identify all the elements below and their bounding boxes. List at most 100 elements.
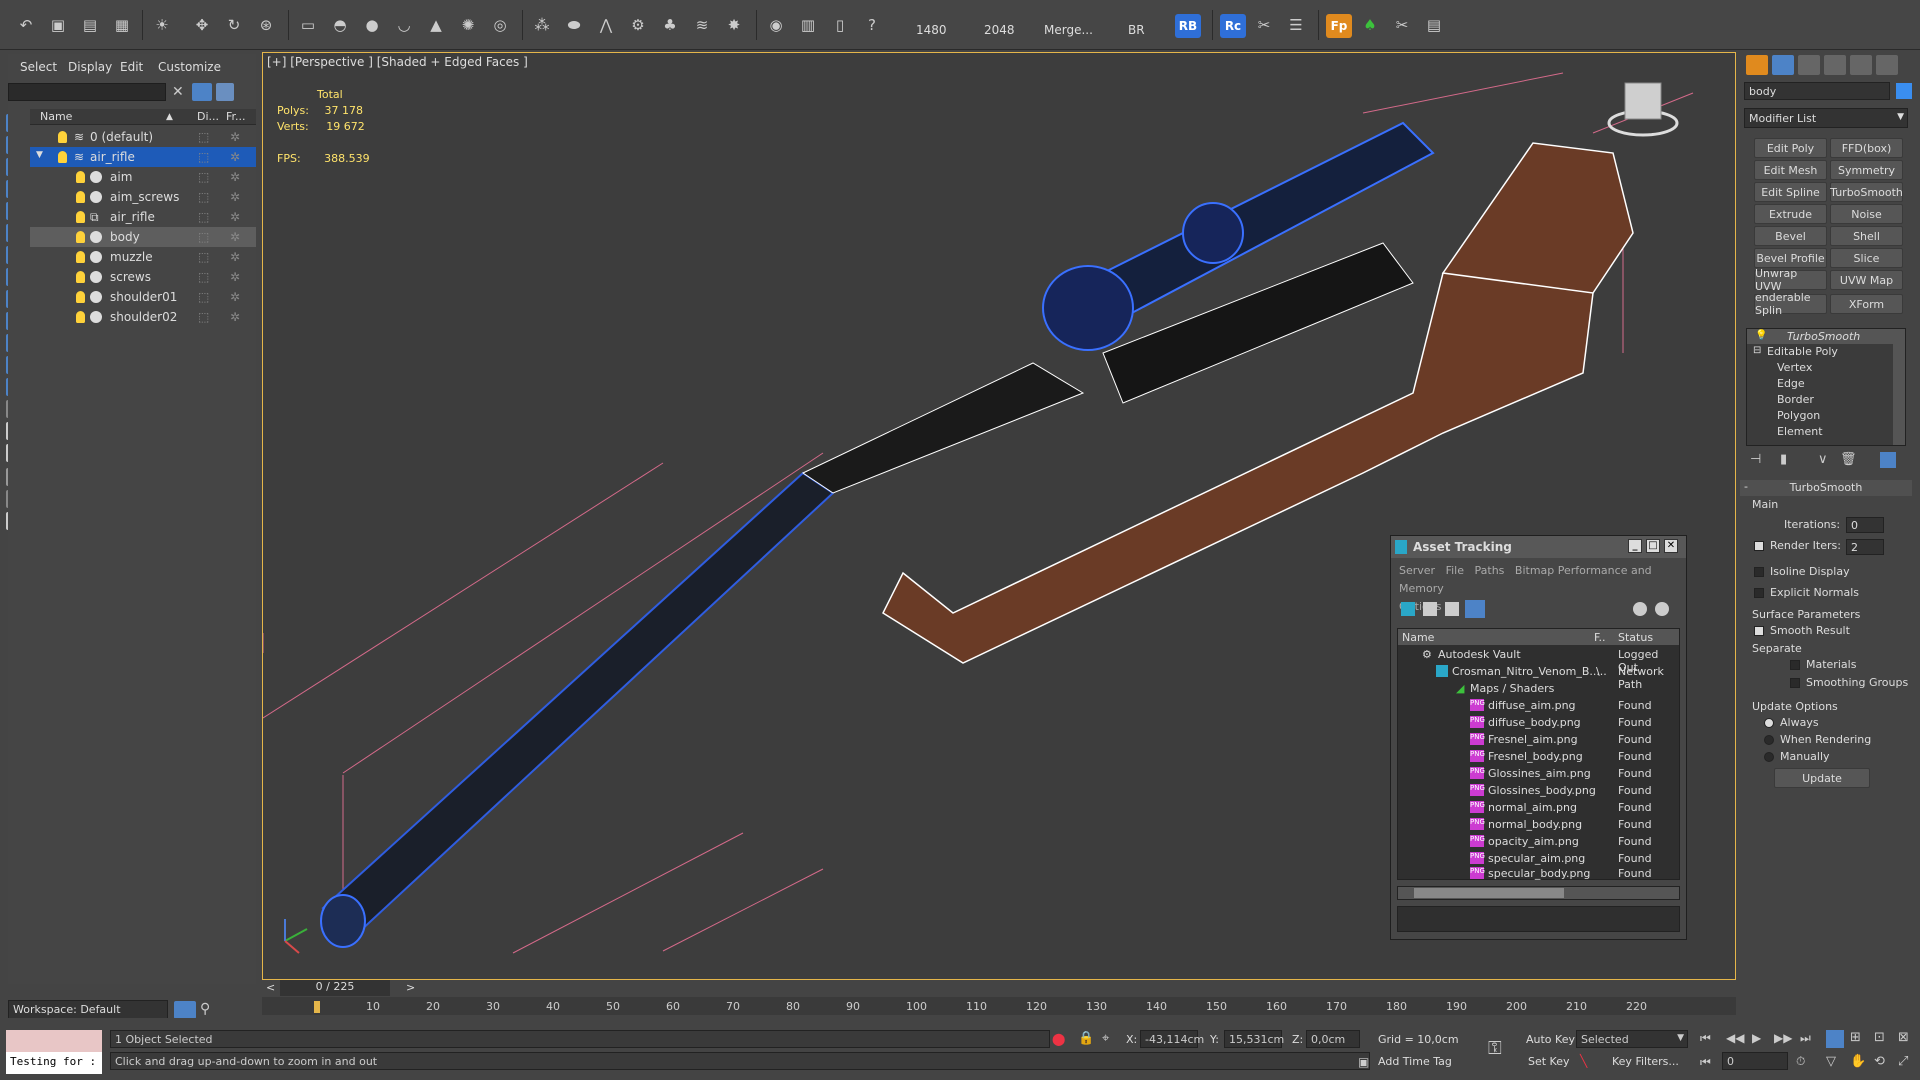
asset-row-png[interactable]: PNG Glossines_aim.png Found	[1398, 765, 1681, 782]
extrude-button[interactable]: Extrude	[1754, 204, 1827, 224]
merge-button[interactable]: Merge...	[1044, 23, 1093, 37]
zoom-icon[interactable]	[1826, 1030, 1844, 1048]
col-status[interactable]: Status	[1618, 631, 1653, 644]
ffd-box-button[interactable]: FFD(box)	[1830, 138, 1903, 158]
playhead[interactable]	[314, 1001, 320, 1013]
stack-item-edge[interactable]: Edge	[1777, 377, 1805, 390]
go-to-end-icon[interactable]: ⏭	[1800, 1031, 1811, 1046]
sphere-icon[interactable]: ●	[360, 13, 384, 37]
freeze-toggle-icon[interactable]: ✲	[230, 190, 240, 204]
z-coordinate-field[interactable]: 0,0cm	[1306, 1030, 1360, 1048]
column-name[interactable]: Name	[40, 110, 72, 123]
scene-row-air-rifle-layer[interactable]: ▼ ≋ air_rifle ⬚ ✲	[30, 147, 256, 167]
display-toggle-icon[interactable]: ⬚	[198, 210, 209, 224]
layer-manager-icon[interactable]	[216, 83, 234, 101]
key-filters-button[interactable]: Key Filters...	[1612, 1055, 1679, 1068]
menu-file[interactable]: File	[1446, 564, 1464, 577]
light-bulb-icon[interactable]	[76, 271, 85, 283]
maxscript-input[interactable]: Testing for :	[6, 1052, 102, 1074]
current-frame-field[interactable]: 0	[1722, 1052, 1788, 1070]
edit-spline-button[interactable]: Edit Spline	[1754, 182, 1827, 202]
tripod-icon[interactable]: ⋀	[594, 13, 618, 37]
modifier-list-dropdown[interactable]: Modifier List ▼	[1744, 108, 1908, 128]
scene-row-screws[interactable]: screws ⬚ ✲	[30, 267, 256, 287]
freeze-toggle-icon[interactable]: ✲	[230, 290, 240, 304]
menu-server[interactable]: Server	[1399, 564, 1435, 577]
stack-item-vertex[interactable]: Vertex	[1777, 361, 1812, 374]
light-bulb-icon[interactable]	[76, 191, 85, 203]
bevel-profile-button[interactable]: Bevel Profile	[1754, 248, 1827, 268]
display-toggle-icon[interactable]: ⬚	[198, 270, 209, 284]
display-toggle-icon[interactable]: ⬚	[198, 190, 209, 204]
help-icon[interactable]	[1633, 602, 1647, 616]
tree-icon[interactable]: ♠	[1358, 13, 1382, 37]
table-view-icon[interactable]	[1465, 600, 1485, 618]
light-bulb-icon[interactable]	[76, 251, 85, 263]
freeze-toggle-icon[interactable]: ✲	[230, 130, 240, 144]
remove-modifier-icon[interactable]: 🗑	[1840, 452, 1857, 467]
dome-icon[interactable]: ◓	[328, 13, 352, 37]
menu-bitmap[interactable]: Bitmap Performance and Memory	[1399, 564, 1652, 595]
menu-paths[interactable]: Paths	[1475, 564, 1505, 577]
rc-button[interactable]: Rc	[1220, 14, 1246, 38]
horizontal-scrollbar[interactable]	[1397, 886, 1680, 900]
menu-customize[interactable]: Customize	[158, 60, 221, 74]
scene-row-shoulder02[interactable]: shoulder02 ⬚ ✲	[30, 307, 256, 327]
sphere-tool-icon[interactable]: ⊛	[254, 13, 278, 37]
modify-tab-icon[interactable]	[1772, 55, 1794, 75]
col-f[interactable]: F..	[1594, 631, 1606, 644]
zoom-extents-icon[interactable]: ⊡	[1874, 1030, 1885, 1045]
asset-row-png[interactable]: PNG Glossines_body.png Found	[1398, 782, 1681, 799]
asset-row-png[interactable]: PNG diffuse_body.png Found	[1398, 714, 1681, 731]
fp-button[interactable]: Fp	[1326, 14, 1352, 38]
set-key-tangent-icon[interactable]: ╲	[1580, 1054, 1587, 1068]
set-key-button[interactable]: Set Key	[1528, 1055, 1570, 1068]
freeze-toggle-icon[interactable]: ✲	[230, 150, 240, 164]
undo-icon[interactable]: ↶	[14, 13, 38, 37]
asset-row-png[interactable]: PNG Fresnel_aim.png Found	[1398, 731, 1681, 748]
asset-row-png[interactable]: PNG opacity_aim.png Found	[1398, 833, 1681, 850]
scene-row-body[interactable]: body ⬚ ✲	[30, 227, 256, 247]
add-time-tag-button[interactable]: Add Time Tag	[1378, 1055, 1452, 1068]
scene-row-muzzle[interactable]: muzzle ⬚ ✲	[30, 247, 256, 267]
manually-radio[interactable]	[1764, 752, 1774, 762]
update-button[interactable]: Update	[1774, 768, 1870, 788]
motion-tab-icon[interactable]	[1824, 55, 1846, 75]
turbosmooth-button[interactable]: TurboSmooth	[1830, 182, 1903, 202]
display-toggle-icon[interactable]: ⬚	[198, 250, 209, 264]
prev-key-icon[interactable]: ◀◀	[1726, 1031, 1744, 1045]
renderable-spline-button[interactable]: enderable Splin	[1754, 291, 1827, 317]
xform-button[interactable]: XForm	[1830, 294, 1903, 314]
render-frame-icon[interactable]: ▤	[78, 13, 102, 37]
display-toggle-icon[interactable]: ⬚	[198, 310, 209, 324]
menu-display[interactable]: Display	[68, 60, 112, 74]
timeline-ruler[interactable]: 10 20 30 40 50 60 70 80 90 100 110 120 1…	[262, 997, 1736, 1015]
scene-row-aim[interactable]: aim ⬚ ✲	[30, 167, 256, 187]
lock-icon[interactable]: 🔒	[1078, 1031, 1094, 1046]
prev-frame-arrow-icon[interactable]: <	[266, 981, 275, 994]
create-tab-icon[interactable]	[1746, 55, 1768, 75]
rollout-turbosmooth[interactable]: - TurboSmooth	[1740, 480, 1912, 496]
rotate-icon[interactable]: ↻	[222, 13, 246, 37]
asset-row-png[interactable]: PNG normal_body.png Found	[1398, 816, 1681, 833]
maximize-icon[interactable]: □	[1646, 539, 1660, 553]
scrollbar-thumb[interactable]	[1414, 888, 1564, 898]
material-editor-icon[interactable]: ▦	[110, 13, 134, 37]
stack-scrollbar[interactable]	[1893, 329, 1905, 445]
object-color-swatch[interactable]	[1896, 83, 1912, 99]
settings-icon[interactable]	[1655, 602, 1669, 616]
display-toggle-icon[interactable]: ⬚	[198, 230, 209, 244]
scene-row-aim-screws[interactable]: aim_screws ⬚ ✲	[30, 187, 256, 207]
freeze-toggle-icon[interactable]: ✲	[230, 310, 240, 324]
hierarchy-mode-icon[interactable]: ⚲	[200, 1001, 210, 1017]
smoothing-groups-checkbox[interactable]	[1790, 678, 1800, 688]
plant-icon[interactable]: ♣	[658, 13, 682, 37]
layer-explorer-icon[interactable]	[174, 1001, 196, 1019]
table-icon[interactable]: ▤	[1422, 13, 1446, 37]
building-icon[interactable]: ▥	[796, 13, 820, 37]
ball-icon[interactable]: ◉	[764, 13, 788, 37]
absolute-mode-icon[interactable]: ⌖	[1102, 1031, 1109, 1046]
unwrap-uvw-button[interactable]: Unwrap UVW	[1754, 267, 1827, 293]
slice-button[interactable]: Slice	[1830, 248, 1903, 268]
light-bulb-icon[interactable]	[76, 171, 85, 183]
